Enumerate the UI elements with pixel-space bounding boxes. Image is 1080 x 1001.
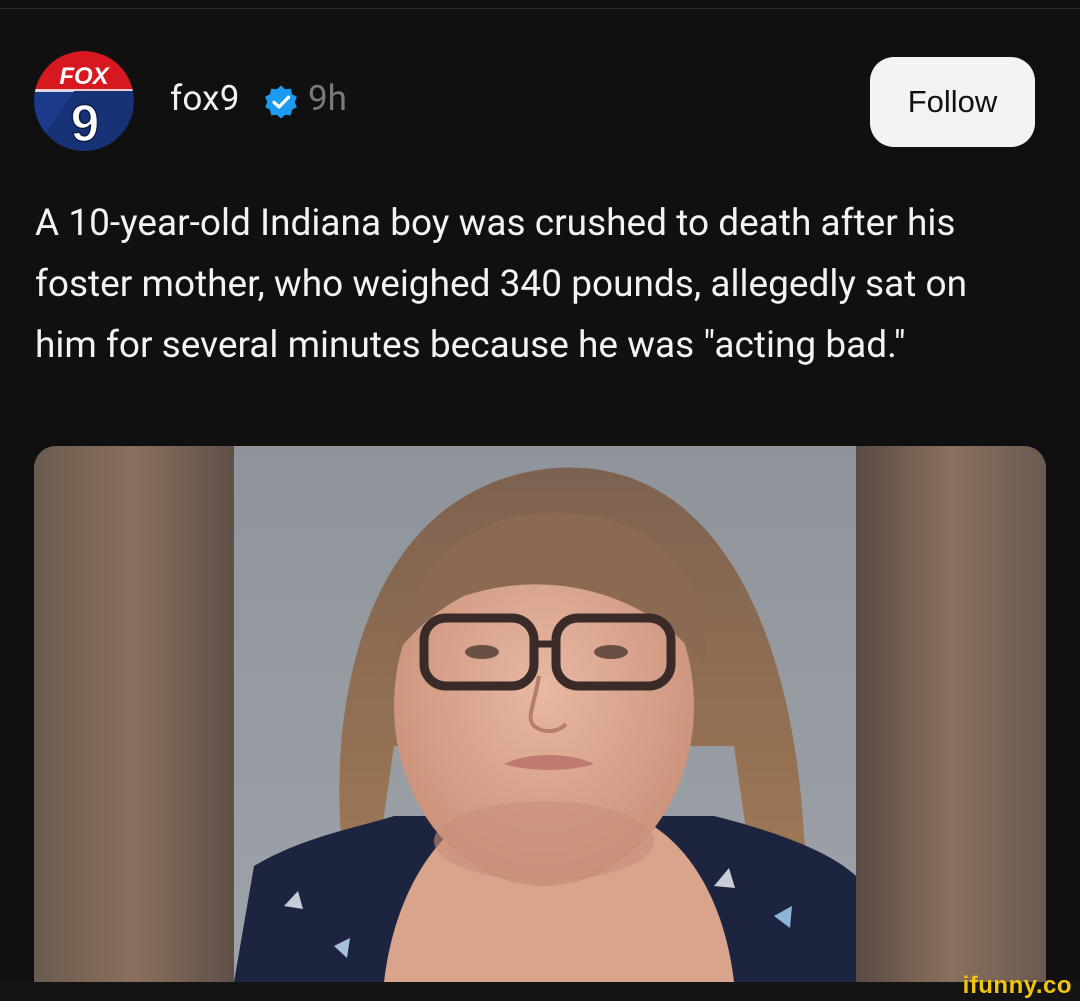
- svg-text:9: 9: [71, 95, 100, 151]
- post-card: FOX 9 fox9 9h Follow A 10-year-old India…: [0, 0, 1080, 1001]
- post-body-text: A 10-year-old Indiana boy was crushed to…: [35, 202, 968, 367]
- follow-button[interactable]: Follow: [870, 57, 1035, 147]
- fox9-avatar[interactable]: FOX 9: [34, 51, 134, 151]
- bottom-bar: [0, 982, 1080, 1001]
- svg-text:FOX: FOX: [59, 63, 110, 90]
- fox9-logo-icon: FOX 9: [34, 51, 134, 151]
- ifunny-watermark: ifunny.co: [962, 972, 1072, 999]
- mugshot-photo: [34, 446, 1046, 982]
- post-image[interactable]: [34, 446, 1046, 982]
- username[interactable]: fox9: [170, 78, 240, 119]
- top-divider: [0, 8, 1080, 9]
- post-timestamp: 9h: [308, 78, 347, 119]
- verified-badge-icon: [265, 85, 297, 119]
